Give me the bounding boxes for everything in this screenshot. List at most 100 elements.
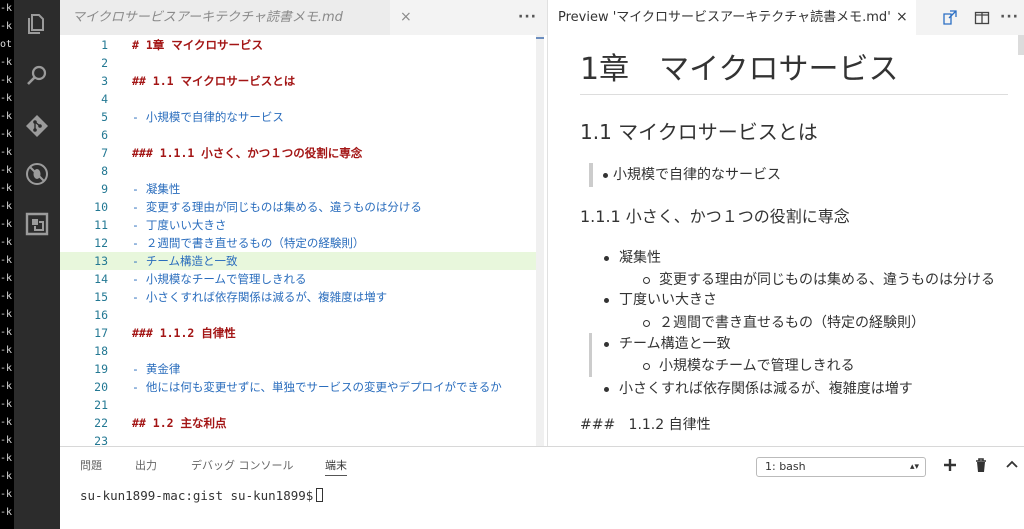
files-icon[interactable] <box>25 12 49 36</box>
preview-tab-bar: Preview 'マイクロサービスアーキテクチャ読書メモ.md' × ··· <box>548 0 1024 35</box>
line-number: 22 <box>94 416 108 430</box>
line-number: 20 <box>94 380 108 394</box>
panel-tab-output[interactable]: 出力 <box>135 457 157 475</box>
preview-blockquote: 小規模で自律的なサービス <box>589 163 781 187</box>
strip-text: -k <box>0 309 13 320</box>
bottom-panel: 問題 出力 デバッグ コンソール 端末 1: bash ▴▾ su-kun189… <box>60 446 1024 529</box>
code-line[interactable]: 19 - 黄金律 <box>60 360 538 378</box>
code-line[interactable]: 21 <box>60 396 538 414</box>
line-number: 3 <box>101 74 108 88</box>
strip-text: -k <box>0 75 13 86</box>
code-line[interactable]: 3 ## 1.1 マイクロサービスとは <box>60 72 538 90</box>
open-source-icon[interactable] <box>942 10 958 26</box>
code-text: - 小さくすれば依存関係は減るが、複雑度は増す <box>132 290 388 304</box>
strip-text: -k <box>0 111 13 122</box>
code-line[interactable]: 12 - ２週間で書き直せるもの（特定の経験則） <box>60 234 538 252</box>
editor-tab-close-icon[interactable]: × <box>400 8 412 26</box>
strip-text: -k <box>0 507 13 518</box>
strip-text: -k <box>0 255 13 266</box>
line-number: 6 <box>101 128 108 142</box>
strip-text: -k <box>0 165 13 176</box>
terminal-select-value: 1: bash <box>765 460 806 473</box>
code-line[interactable]: 2 <box>60 54 538 72</box>
preview-scrollbar[interactable] <box>1018 35 1024 55</box>
code-text: ## 1.1 マイクロサービスとは <box>132 74 296 88</box>
code-line[interactable]: 6 <box>60 126 538 144</box>
line-number: 12 <box>94 236 108 250</box>
code-line-current[interactable]: 13 - チーム構造と一致 <box>60 252 538 270</box>
line-number: 18 <box>94 344 108 358</box>
preview-h2: 1.1 マイクロサービスとは <box>580 120 818 144</box>
overview-ruler-cursor-mark <box>536 37 544 39</box>
panel-tab-problems[interactable]: 問題 <box>80 457 102 475</box>
code-line[interactable]: 15 - 小さくすれば依存関係は減るが、複雑度は増す <box>60 288 538 306</box>
preview-list-item: チーム構造と一致 <box>604 336 731 352</box>
line-number: 9 <box>101 182 108 196</box>
strip-text: -k <box>0 327 13 338</box>
chevron-updown-icon: ▴▾ <box>909 462 919 472</box>
source-control-icon[interactable] <box>25 114 49 138</box>
code-line[interactable]: 14 - 小規模なチームで管理しきれる <box>60 270 538 288</box>
terminal-output[interactable]: su-kun1899-mac:gist su-kun1899$ <box>80 487 324 505</box>
code-text: - 他には何も変更せずに、単独でサービスの変更やデプロイができるか <box>132 380 502 394</box>
preview-tab-close-icon[interactable]: × <box>896 8 908 26</box>
code-line[interactable]: 4 <box>60 90 538 108</box>
code-line[interactable]: 10 - 変更する理由が同じものは集める、違うものは分ける <box>60 198 538 216</box>
search-icon[interactable] <box>25 64 49 88</box>
strip-text: -k <box>0 219 13 230</box>
preview-sublist-item: ２週間で書き直せるもの（特定の経験則） <box>643 315 925 331</box>
editor-pane[interactable]: マイクロサービスアーキテクチャ読書メモ.md × ··· 1 # 1章 マイクロサ… <box>60 0 547 446</box>
code-line[interactable]: 9 - 凝集性 <box>60 180 538 198</box>
code-area[interactable]: 1 # 1章 マイクロサービス 2 3 ## 1.1 マイクロサービスとは 4 5- 小規模… <box>60 35 547 446</box>
new-terminal-icon[interactable] <box>942 457 958 473</box>
strip-text: -k <box>0 183 13 194</box>
strip-text: -k <box>0 273 13 284</box>
line-number: 1 <box>101 38 108 52</box>
line-number: 7 <box>101 146 108 160</box>
code-line[interactable]: 22 ## 1.2 主な利点 <box>60 414 538 432</box>
strip-text: -k <box>0 291 13 302</box>
code-line[interactable]: 5 - 小規模で自律的なサービス <box>60 108 538 126</box>
code-line[interactable]: 11 - 丁度いい大きさ <box>60 216 538 234</box>
code-line[interactable]: 20 - 他には何も変更せずに、単独でサービスの変更やデプロイができるか <box>60 378 538 396</box>
preview-tab[interactable]: Preview 'マイクロサービスアーキテクチャ読書メモ.md' <box>548 0 916 35</box>
strip-text: -k <box>0 147 13 158</box>
strip-text: -k <box>0 471 13 482</box>
line-number: 2 <box>101 56 108 70</box>
editor-tab-title: マイクロサービスアーキテクチャ読書メモ.md <box>72 10 343 25</box>
code-line[interactable]: 1 # 1章 マイクロサービス <box>60 36 538 54</box>
line-number: 19 <box>94 362 108 376</box>
editor-more-actions-icon[interactable]: ··· <box>518 8 537 26</box>
kill-terminal-icon[interactable] <box>973 457 989 473</box>
split-editor-icon[interactable] <box>974 10 990 26</box>
panel-tab-debug-console[interactable]: デバッグ コンソール <box>191 457 294 475</box>
preview-highlight-bar <box>589 333 592 377</box>
overview-ruler[interactable] <box>536 35 544 446</box>
preview-sublist-item: 変更する理由が同じものは集める、違うものは分ける <box>643 272 995 288</box>
preview-h1: 1章 マイクロサービス <box>580 48 1008 95</box>
panel-tab-terminal[interactable]: 端末 <box>325 457 347 476</box>
code-line[interactable]: 17 ### 1.1.2 自律性 <box>60 324 538 342</box>
maximize-panel-icon[interactable] <box>1004 457 1020 473</box>
code-line[interactable]: 18 <box>60 342 538 360</box>
code-line[interactable]: 7 ### 1.1.1 小さく、かつ１つの役割に専念 <box>60 144 538 162</box>
debug-icon[interactable] <box>25 162 49 186</box>
code-line[interactable]: 23 <box>60 432 538 446</box>
activity-bar <box>14 0 60 529</box>
strip-text: -k <box>0 21 13 32</box>
code-text: - チーム構造と一致 <box>132 254 238 268</box>
terminal-cursor <box>316 488 324 502</box>
code-line[interactable]: 16 <box>60 306 538 324</box>
editor-tab[interactable]: マイクロサービスアーキテクチャ読書メモ.md <box>60 0 390 35</box>
code-text: - 凝集性 <box>132 182 181 196</box>
strip-text: -k <box>0 363 13 374</box>
strip-text: -k <box>0 57 13 68</box>
extensions-icon[interactable] <box>25 212 49 236</box>
code-line[interactable]: 8 <box>60 162 538 180</box>
preview-more-actions-icon[interactable]: ··· <box>1000 8 1019 26</box>
terminal-select[interactable]: 1: bash ▴▾ <box>756 457 926 477</box>
code-text: - 変更する理由が同じものは集める、違うものは分ける <box>132 200 422 214</box>
strip-text: -k <box>0 3 13 14</box>
preview-list-item: 丁度いい大きさ <box>604 292 717 308</box>
preview-h3: 1.1.1 小さく、かつ１つの役割に専念 <box>580 207 850 226</box>
